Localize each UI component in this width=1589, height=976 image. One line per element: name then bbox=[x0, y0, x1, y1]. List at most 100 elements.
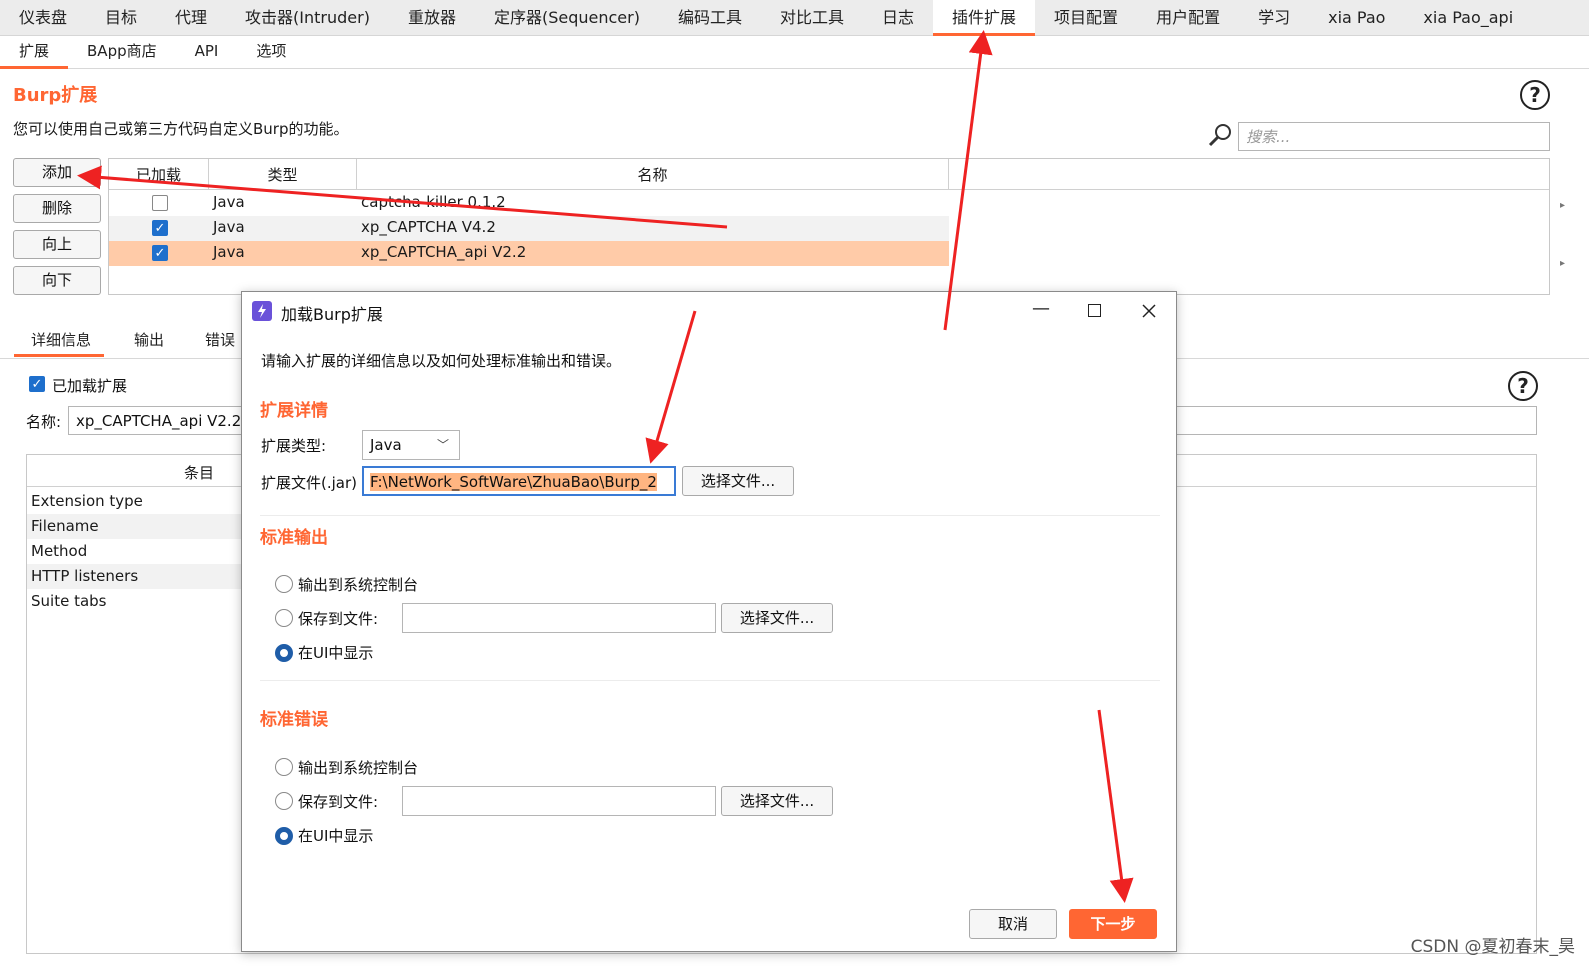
main-tab[interactable]: 用户配置 bbox=[1137, 0, 1239, 36]
tab-output[interactable]: 输出 bbox=[134, 325, 164, 357]
stdout-file-radio[interactable] bbox=[275, 609, 293, 627]
file-label: 扩展文件(.jar) bbox=[261, 474, 357, 492]
sub-tab[interactable]: 扩展 bbox=[0, 36, 69, 69]
column-header-loaded[interactable]: 已加载 bbox=[109, 159, 209, 190]
details-help-icon[interactable]: ? bbox=[1508, 371, 1538, 401]
choose-extension-file-button[interactable]: 选择文件... bbox=[682, 466, 794, 496]
watermark: CSDN @夏初春末_昊 bbox=[1410, 937, 1575, 957]
divider bbox=[260, 515, 1160, 516]
main-tab[interactable]: 对比工具 bbox=[761, 0, 863, 36]
scroll-arrow-icon[interactable]: ▸ bbox=[1560, 258, 1565, 269]
main-tab[interactable]: 重放器 bbox=[389, 0, 475, 36]
next-button[interactable]: 下一步 bbox=[1069, 909, 1157, 939]
loaded-checkbox[interactable]: ✓ bbox=[152, 220, 168, 236]
dialog-titlebar: 加载Burp扩展 — bbox=[242, 292, 1176, 330]
main-tab-bar: 仪表盘 目标 代理 攻击器(Intruder) 重放器 定序器(Sequencer) 编码工… bbox=[0, 0, 1589, 36]
stderr-file-field[interactable] bbox=[402, 786, 716, 816]
search-icon bbox=[1208, 124, 1231, 147]
stderr-file-label: 保存到文件: bbox=[298, 793, 379, 811]
sub-tab[interactable]: API bbox=[176, 36, 238, 69]
extension-type-value: Java bbox=[370, 436, 402, 454]
stderr-console-radio[interactable] bbox=[275, 758, 293, 776]
loaded-checkbox[interactable]: ✓ bbox=[29, 376, 45, 392]
stderr-ui-radio[interactable] bbox=[275, 827, 293, 845]
load-extension-dialog: 加载Burp扩展 — 请输入扩展的详细信息以及如何处理标准输出和错误。 扩展详情… bbox=[241, 291, 1177, 952]
dialog-intro: 请输入扩展的详细信息以及如何处理标准输出和错误。 bbox=[261, 352, 622, 370]
section-stdout: 标准输出 bbox=[260, 528, 328, 548]
loaded-checkbox[interactable]: ✓ bbox=[152, 245, 168, 261]
detail-item[interactable]: Suite tabs bbox=[27, 589, 241, 614]
row-name: xp_CAPTCHA_api V2.2 bbox=[361, 243, 527, 261]
stdout-file-field[interactable] bbox=[402, 603, 716, 633]
detail-item[interactable]: Extension type bbox=[27, 489, 241, 514]
sub-tab[interactable]: BApp商店 bbox=[68, 36, 176, 69]
row-type: Java bbox=[213, 218, 245, 236]
sub-tab-bar: 扩展 BApp商店 API 选项 bbox=[0, 36, 1589, 69]
cancel-button[interactable]: 取消 bbox=[969, 909, 1057, 939]
tab-details[interactable]: 详细信息 bbox=[14, 325, 104, 357]
chevron-down-icon: ﹀ bbox=[437, 438, 450, 452]
move-up-button[interactable]: 向上 bbox=[13, 230, 101, 259]
sub-tabs: 扩展 BApp商店 API 选项 bbox=[0, 36, 1589, 69]
main-tab[interactable]: 学习 bbox=[1239, 0, 1309, 36]
row-name: captcha-killer 0.1.2 bbox=[361, 193, 506, 211]
minimize-icon[interactable]: — bbox=[1032, 298, 1050, 319]
main-tab[interactable]: xia Pao bbox=[1309, 0, 1404, 36]
main-tab[interactable]: 仪表盘 bbox=[0, 0, 86, 36]
type-label: 扩展类型: bbox=[261, 437, 327, 455]
add-button[interactable]: 添加 bbox=[13, 158, 101, 187]
row-type: Java bbox=[213, 243, 245, 261]
main-tab[interactable]: 目标 bbox=[86, 0, 156, 36]
main-tab[interactable]: 代理 bbox=[156, 0, 226, 36]
detail-item[interactable]: HTTP listeners bbox=[27, 564, 241, 589]
close-icon[interactable] bbox=[1142, 304, 1156, 318]
help-icon[interactable]: ? bbox=[1520, 80, 1550, 110]
main-tab[interactable]: 攻击器(Intruder) bbox=[226, 0, 389, 36]
stderr-choose-file-button[interactable]: 选择文件... bbox=[721, 786, 833, 816]
section-extension-details: 扩展详情 bbox=[260, 401, 328, 421]
tab-errors[interactable]: 错误 bbox=[205, 325, 235, 357]
extension-file-field[interactable]: F:\NetWork_SoftWare\ZhuaBao\Burp_2 bbox=[362, 466, 676, 496]
detail-item[interactable]: Method bbox=[27, 539, 241, 564]
column-header-name[interactable]: 名称 bbox=[357, 159, 949, 190]
stdout-ui-radio[interactable] bbox=[275, 644, 293, 662]
extensions-table: 已加载 类型 名称 Java captcha-killer 0.1.2 ✓ Java x… bbox=[108, 158, 1550, 295]
stdout-ui-label: 在UI中显示 bbox=[298, 644, 374, 662]
stderr-console-label: 输出到系统控制台 bbox=[298, 759, 419, 777]
stdout-console-label: 输出到系统控制台 bbox=[298, 576, 419, 594]
row-name: xp_CAPTCHA V4.2 bbox=[361, 218, 496, 236]
remove-button[interactable]: 删除 bbox=[13, 194, 101, 223]
stdout-console-radio[interactable] bbox=[275, 575, 293, 593]
move-down-button[interactable]: 向下 bbox=[13, 266, 101, 295]
sub-tab[interactable]: 选项 bbox=[237, 36, 305, 69]
extension-file-value: F:\NetWork_SoftWare\ZhuaBao\Burp_2 bbox=[370, 473, 657, 491]
dialog-title: 加载Burp扩展 bbox=[281, 305, 383, 324]
main-tab[interactable]: 日志 bbox=[863, 0, 933, 36]
main-tabs: 仪表盘 目标 代理 攻击器(Intruder) 重放器 定序器(Sequencer) 编码工… bbox=[0, 0, 1589, 36]
table-row[interactable]: ✓ Java xp_CAPTCHA_api V2.2 bbox=[109, 241, 949, 266]
table-row[interactable]: ✓ Java xp_CAPTCHA V4.2 bbox=[109, 216, 949, 241]
stderr-file-radio[interactable] bbox=[275, 792, 293, 810]
loaded-label: 已加载扩展 bbox=[52, 377, 128, 395]
column-header-type[interactable]: 类型 bbox=[209, 159, 357, 190]
detail-item[interactable]: Filename bbox=[27, 514, 241, 539]
search-input[interactable]: 搜索... bbox=[1238, 122, 1550, 151]
divider bbox=[260, 680, 1160, 681]
stdout-file-label: 保存到文件: bbox=[298, 610, 379, 628]
main-tab[interactable]: 插件扩展 bbox=[933, 0, 1036, 36]
table-row[interactable]: Java captcha-killer 0.1.2 bbox=[109, 191, 949, 216]
scroll-arrow-icon[interactable]: ▸ bbox=[1560, 200, 1565, 211]
main-tab[interactable]: xia Pao_api bbox=[1404, 0, 1532, 36]
burp-logo-icon bbox=[252, 301, 272, 321]
section-stderr: 标准错误 bbox=[260, 710, 328, 730]
stdout-choose-file-button[interactable]: 选择文件... bbox=[721, 603, 833, 633]
loaded-checkbox[interactable] bbox=[152, 195, 168, 211]
maximize-icon[interactable] bbox=[1088, 304, 1101, 317]
main-tab[interactable]: 项目配置 bbox=[1035, 0, 1137, 36]
main-tab[interactable]: 编码工具 bbox=[659, 0, 761, 36]
main-tab[interactable]: 定序器(Sequencer) bbox=[475, 0, 659, 36]
extensions-title: Burp扩展 bbox=[13, 85, 98, 106]
extension-type-select[interactable]: Java ﹀ bbox=[362, 430, 460, 460]
details-column-header[interactable]: 条目 bbox=[184, 462, 214, 483]
row-type: Java bbox=[213, 193, 245, 211]
